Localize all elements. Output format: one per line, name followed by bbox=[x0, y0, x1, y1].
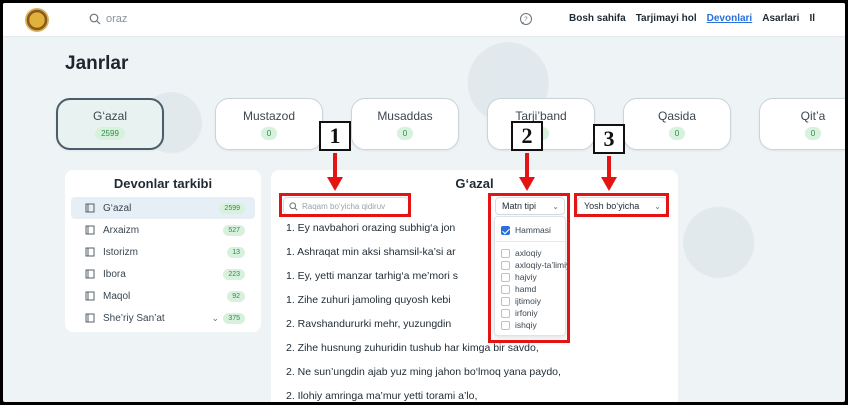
sidebar-item-gazal[interactable]: G‘azal 2599 bbox=[71, 197, 255, 219]
genre-name: G‘azal bbox=[92, 108, 127, 123]
genre-name: Musaddas bbox=[377, 108, 433, 123]
genre-name: Qasida bbox=[657, 108, 697, 123]
sidebar-item-label: She’riy San’at bbox=[103, 312, 165, 324]
genre-count-badge: 0 bbox=[668, 126, 686, 140]
book-icon bbox=[85, 313, 95, 323]
annotation-box-3 bbox=[574, 193, 669, 217]
genre-name: Qit’a bbox=[800, 108, 826, 123]
svg-text:?: ? bbox=[524, 17, 528, 23]
genre-count-badge: 2599 bbox=[95, 126, 125, 140]
annotation-box-1 bbox=[279, 193, 411, 217]
sidebar-item-label: Arxaizm bbox=[103, 224, 140, 236]
genre-card-musaddas[interactable]: Musaddas 0 bbox=[351, 98, 459, 150]
genre-card-mustazod[interactable]: Mustazod 0 bbox=[215, 98, 323, 150]
genre-card-qita[interactable]: Qit’a 0 bbox=[759, 98, 845, 150]
count-badge: 375 bbox=[223, 312, 245, 324]
sidebar-item-label: Ibora bbox=[103, 268, 126, 280]
sidebar-item-arxaizm[interactable]: Arxaizm 527 bbox=[71, 219, 255, 241]
poem-line[interactable]: 2. Zihe husnung zuhuridin tushub har kim… bbox=[286, 342, 539, 354]
count-badge: 13 bbox=[227, 246, 245, 258]
annotation-arrow-1 bbox=[327, 153, 343, 191]
count-badge: 92 bbox=[227, 290, 245, 302]
genre-name: Mustazod bbox=[242, 108, 296, 123]
sidebar-item-label: Istorizm bbox=[103, 246, 138, 258]
genre-count-badge: 0 bbox=[396, 126, 414, 140]
count-badge: 223 bbox=[223, 268, 245, 280]
sidebar-item-sheriy-sanat[interactable]: She’riy San’at ⌄ 375 bbox=[71, 307, 255, 329]
divan-contents-sidebar: Devonlar tarkibi G‘azal 2599 Arxaizm 527… bbox=[65, 170, 261, 332]
top-header: oraz ? Bosh sahifa Tarjimayi hol Devonla… bbox=[3, 3, 845, 37]
poem-line[interactable]: 2. Ravshandururki mehr, yuzungdin bbox=[286, 318, 451, 330]
count-badge: 2599 bbox=[219, 202, 245, 214]
sidebar-item-ibora[interactable]: Ibora 223 bbox=[71, 263, 255, 285]
sidebar-title: Devonlar tarkibi bbox=[113, 176, 213, 191]
nav-more[interactable]: Il bbox=[809, 13, 815, 24]
chevron-down-icon[interactable]: ⌄ bbox=[211, 313, 219, 324]
chat-icon[interactable]: ? bbox=[519, 12, 533, 26]
genre-count-badge: 0 bbox=[804, 126, 822, 140]
sidebar-item-istorizm[interactable]: Istorizm 13 bbox=[71, 241, 255, 263]
genre-count-badge: 0 bbox=[260, 126, 278, 140]
site-logo[interactable] bbox=[25, 8, 49, 32]
app-window: oraz ? Bosh sahifa Tarjimayi hol Devonla… bbox=[3, 3, 845, 402]
genre-card-qasida[interactable]: Qasida 0 bbox=[623, 98, 731, 150]
poem-line[interactable]: 2. Ilohiy amringa ma’mur yetti torami a’… bbox=[286, 390, 477, 402]
page-title: Janrlar bbox=[65, 53, 129, 74]
annotation-label-3: 3 bbox=[593, 124, 625, 154]
sidebar-item-label: Maqol bbox=[103, 290, 131, 302]
poem-line[interactable]: 2. Ne sun’ungdin ajab yuz ming jahon bo‘… bbox=[286, 366, 561, 378]
poem-line[interactable]: 1. Ey, yetti manzar tarhig‘a me’mori s bbox=[286, 270, 458, 282]
nav-works[interactable]: Asarlari bbox=[762, 13, 799, 24]
nav-biography[interactable]: Tarjimayi hol bbox=[636, 13, 697, 24]
poem-line[interactable]: 1. Zihe zuhuri jamoling quyosh kebi bbox=[286, 294, 451, 306]
poem-line[interactable]: 1. Ey navbahori orazing subhig‘a jon bbox=[286, 222, 455, 234]
annotation-arrow-3 bbox=[601, 156, 617, 191]
book-icon bbox=[85, 291, 95, 301]
annotation-arrow-2 bbox=[519, 153, 535, 191]
sidebar-item-label: G‘azal bbox=[103, 202, 132, 214]
count-badge: 527 bbox=[223, 224, 245, 236]
search-input[interactable]: oraz bbox=[106, 13, 127, 25]
annotation-label-1: 1 bbox=[319, 121, 351, 151]
annotation-box-2 bbox=[488, 193, 570, 343]
book-icon bbox=[85, 247, 95, 257]
main-nav: Bosh sahifa Tarjimayi hol Devonlari Asar… bbox=[569, 13, 815, 24]
search-icon bbox=[89, 13, 101, 25]
book-icon bbox=[85, 203, 95, 213]
poem-line[interactable]: 1. Ashraqat min aksi shamsil-ka’si ar bbox=[286, 246, 456, 258]
book-icon bbox=[85, 225, 95, 235]
book-icon bbox=[85, 269, 95, 279]
genre-card-gazal[interactable]: G‘azal 2599 bbox=[56, 98, 164, 150]
nav-divans[interactable]: Devonlari bbox=[707, 13, 753, 24]
sidebar-item-maqol[interactable]: Maqol 92 bbox=[71, 285, 255, 307]
nav-home[interactable]: Bosh sahifa bbox=[569, 13, 626, 24]
annotation-label-2: 2 bbox=[511, 121, 543, 151]
